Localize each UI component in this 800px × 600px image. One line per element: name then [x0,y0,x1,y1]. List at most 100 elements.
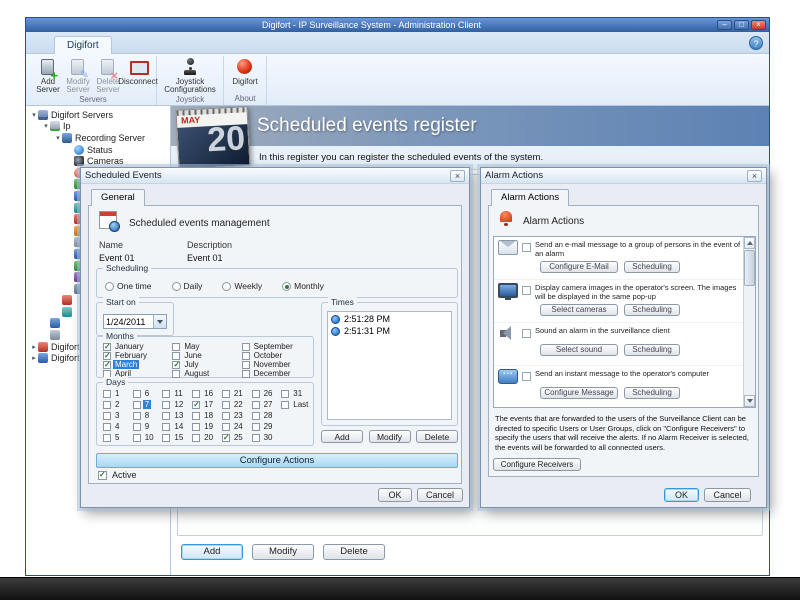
name-field[interactable]: Event 01 [99,253,135,263]
month-checkbox[interactable]: May [172,342,241,351]
ok-button[interactable]: OK [378,488,412,502]
action-scheduling-button[interactable]: Scheduling [624,261,680,273]
month-checkbox[interactable]: September [242,342,311,351]
cancel-button[interactable]: Cancel [704,488,751,502]
day-checkbox[interactable]: 21 [222,388,252,399]
day-checkbox[interactable]: Last [281,399,311,410]
date-dropdown-icon[interactable] [153,315,166,328]
ribbon-button[interactable]: Delete Server [93,56,123,94]
tree-expand-icon[interactable]: ▾ [42,122,50,130]
action-enable-checkbox[interactable] [522,372,531,381]
day-checkbox[interactable]: 6 [133,388,163,399]
day-checkbox[interactable]: 4 [103,421,133,432]
day-checkbox[interactable]: 16 [192,388,222,399]
day-checkbox[interactable]: 24 [222,421,252,432]
day-checkbox[interactable]: 2 [103,399,133,410]
tree-expand-icon[interactable]: ▾ [30,111,38,119]
day-checkbox[interactable]: 9 [133,421,163,432]
day-checkbox[interactable]: 31 [281,388,311,399]
start-date-picker[interactable]: 1/24/2011 [103,314,167,329]
tree-item[interactable]: ▾ Recording Server [26,132,170,144]
month-checkbox[interactable]: November [242,360,311,369]
time-action-button[interactable]: Add [321,430,363,443]
action-enable-checkbox[interactable] [522,243,531,252]
action-configure-button[interactable]: Configure Message [540,387,618,399]
tree-item[interactable]: Status [26,144,170,156]
tree-item[interactable]: Cameras [26,155,170,167]
minimize-button[interactable]: – [717,20,732,30]
ribbon-button[interactable]: Disconnect [123,56,153,86]
time-list-item[interactable]: 2:51:28 PM [328,312,451,324]
month-checkbox[interactable]: June [172,351,241,360]
description-field[interactable]: Event 01 [187,253,223,263]
main-action-button[interactable]: Add [181,544,243,560]
ribbon-button[interactable]: Modify Server [63,56,93,94]
day-checkbox[interactable]: 30 [252,432,282,443]
day-checkbox[interactable]: 7 [133,399,163,410]
main-action-button[interactable]: Modify [252,544,314,560]
day-checkbox[interactable]: 20 [192,432,222,443]
month-checkbox[interactable]: July [172,360,241,369]
action-configure-button[interactable]: Configure E-Mail [540,261,618,273]
action-scheduling-button[interactable]: Scheduling [624,344,680,356]
day-checkbox[interactable]: 13 [162,410,192,421]
month-checkbox[interactable]: January [103,342,172,351]
month-checkbox[interactable]: December [242,369,311,378]
day-checkbox[interactable]: 11 [162,388,192,399]
day-checkbox[interactable]: 27 [252,399,282,410]
taskbar[interactable] [0,577,800,600]
ok-button[interactable]: OK [664,488,699,502]
day-checkbox[interactable]: 17 [192,399,222,410]
action-scheduling-button[interactable]: Scheduling [624,387,680,399]
day-checkbox[interactable]: 26 [252,388,282,399]
scroll-thumb[interactable] [744,250,755,286]
configure-actions-button[interactable]: Configure Actions [96,453,458,468]
day-checkbox[interactable]: 19 [192,421,222,432]
tab-alarm-actions[interactable]: Alarm Actions [491,189,569,206]
help-button[interactable]: ? [749,36,763,50]
day-checkbox[interactable]: 1 [103,388,133,399]
time-list-item[interactable]: 2:51:31 PM [328,324,451,336]
day-checkbox[interactable]: 15 [162,432,192,443]
tab-general[interactable]: General [91,189,145,206]
scroll-down-icon[interactable] [744,395,755,407]
active-checkbox[interactable]: Active [98,470,139,480]
action-configure-button[interactable]: Select cameras [540,304,618,316]
tree-expand-icon[interactable]: ▸ [30,354,38,362]
tree-item[interactable]: ▾ Digifort Servers [26,109,170,121]
day-checkbox[interactable]: 12 [162,399,192,410]
scrollbar[interactable] [743,237,755,407]
day-checkbox[interactable]: 8 [133,410,163,421]
tree-expand-icon[interactable]: ▾ [54,134,62,142]
month-checkbox[interactable]: October [242,351,311,360]
day-checkbox[interactable]: 3 [103,410,133,421]
time-action-button[interactable]: Modify [369,430,411,443]
maximize-button[interactable]: □ [734,20,749,30]
main-action-button[interactable]: Delete [323,544,385,560]
ribbon-button[interactable]: Add Server [33,56,63,94]
day-checkbox[interactable]: 5 [103,432,133,443]
ribbon-button[interactable]: Digifort [227,56,263,86]
month-checkbox[interactable]: August [172,369,241,378]
day-checkbox[interactable]: 18 [192,410,222,421]
recurrence-radio[interactable]: One time [105,281,152,291]
action-enable-checkbox[interactable] [522,329,531,338]
dialog-close-button[interactable]: × [450,170,465,182]
action-configure-button[interactable]: Select sound [540,344,618,356]
day-checkbox[interactable]: 28 [252,410,282,421]
day-checkbox[interactable]: 14 [162,421,192,432]
scroll-up-icon[interactable] [744,237,755,249]
close-button[interactable]: × [751,20,766,30]
day-checkbox[interactable]: 22 [222,399,252,410]
tree-expand-icon[interactable]: ▸ [30,343,38,351]
time-action-button[interactable]: Delete [416,430,458,443]
month-checkbox[interactable]: February [103,351,172,360]
month-checkbox[interactable]: March [103,360,172,369]
day-checkbox[interactable]: 25 [222,432,252,443]
day-checkbox[interactable]: 23 [222,410,252,421]
recurrence-radio[interactable]: Daily [172,281,203,291]
recurrence-radio[interactable]: Monthly [282,281,324,291]
tree-item[interactable]: ▾ Ip [26,121,170,133]
configure-receivers-button[interactable]: Configure Receivers [493,458,581,471]
day-checkbox[interactable]: 29 [252,421,282,432]
